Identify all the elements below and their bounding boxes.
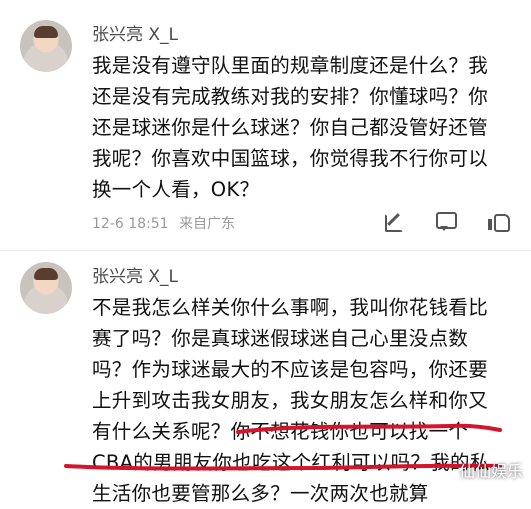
- username[interactable]: 张兴亮 X_L: [92, 262, 178, 287]
- comment-line: 还是没有完成教练对我的安排？你懂球吗？你: [92, 85, 489, 108]
- like-icon[interactable]: [487, 210, 510, 232]
- comment-line: 换一个人看，OK？: [92, 178, 260, 201]
- timestamp: 12-6 18:51: [92, 216, 169, 232]
- comment-text: 不是我怎么样关你什么事啊，我叫你花钱看比 赛了吗？你是真球迷假球迷自己心里没点数…: [92, 292, 517, 509]
- comment-line: 生活你也要管那么多？一次两次也就算: [92, 482, 429, 505]
- comment-actions: [383, 210, 510, 232]
- comment-line: CBA的男朋友你也吃这个红利可以吗？我的私: [92, 451, 490, 474]
- username[interactable]: 张兴亮 X_L: [92, 20, 178, 45]
- avatar[interactable]: [20, 262, 72, 314]
- comment-line: 赛了吗？你是真球迷假球迷自己心里没点数: [92, 327, 469, 350]
- comment-icon[interactable]: [435, 210, 457, 232]
- comment-line: 吗？作为球迷最大的不应该是包容吗，你还要: [92, 358, 489, 381]
- comment-line: 有什么关系呢？你不想花钱你也可以找一个: [92, 420, 469, 443]
- watermark: 仙仙娱乐: [458, 462, 523, 481]
- comment-line: 我呢？你喜欢中国篮球，你觉得我不行你可以: [92, 147, 489, 170]
- edit-icon[interactable]: [383, 210, 405, 232]
- comment-line: 上升到攻击我女朋友，我女朋友怎么样和你又: [92, 389, 489, 412]
- comment-line: 不是我怎么样关你什么事啊，我叫你花钱看比: [92, 296, 489, 319]
- divider: [0, 250, 531, 251]
- comment-text: 我是没有遵守队里面的规章制度还是什么？我 还是没有完成教练对我的安排？你懂球吗？…: [92, 50, 517, 205]
- avatar[interactable]: [20, 20, 72, 72]
- comment-line: 还是球迷你是什么球迷？你自己都没管好还管: [92, 116, 489, 139]
- comment-meta: 12-6 18:51 来自广东: [92, 213, 235, 233]
- comment-line: 我是没有遵守队里面的规章制度还是什么？我: [92, 54, 489, 77]
- location: 来自广东: [179, 216, 236, 232]
